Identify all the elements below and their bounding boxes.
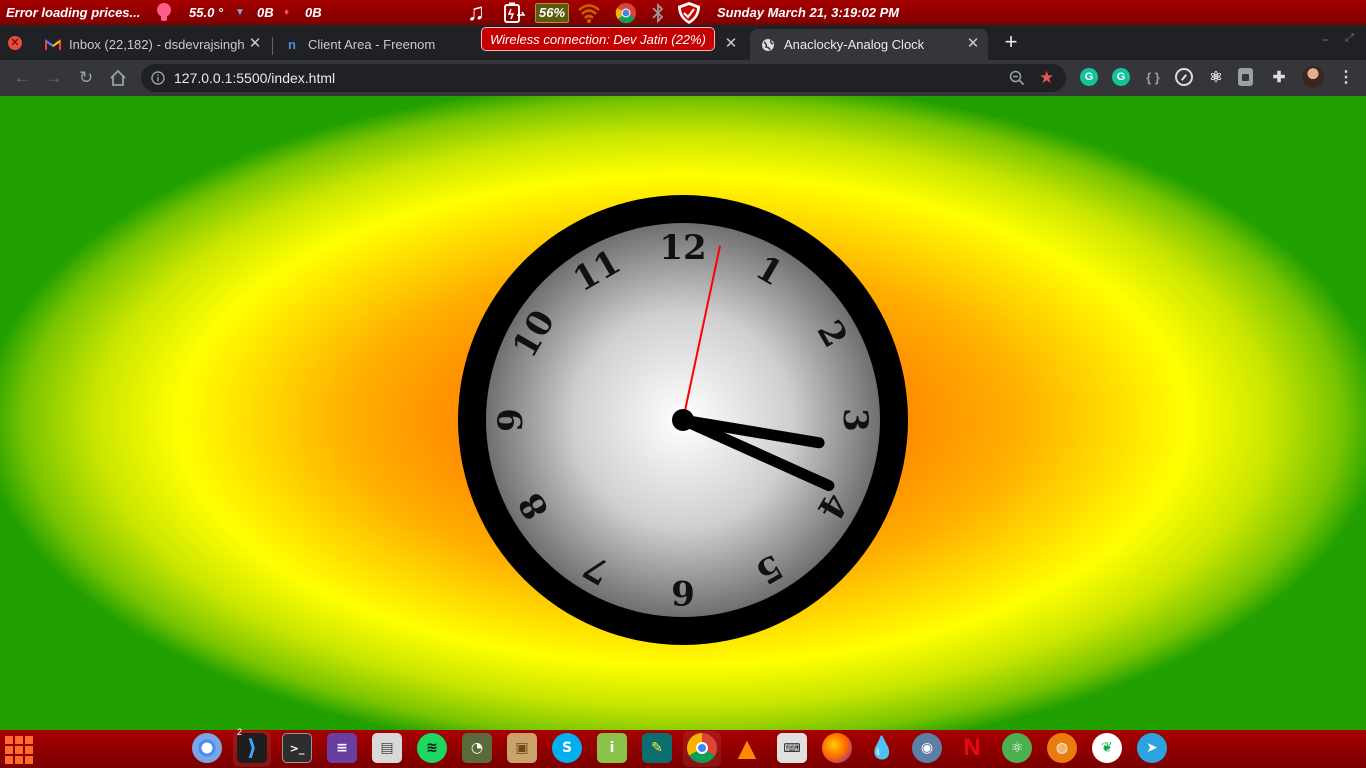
- privacy-badger-icon[interactable]: [1238, 68, 1253, 86]
- arrow-right-icon: →: [45, 68, 63, 87]
- wifi-icon[interactable]: [577, 0, 601, 25]
- home-button[interactable]: [106, 66, 130, 90]
- grammarly-go-icon[interactable]: G: [1112, 68, 1130, 86]
- clock-numeral-9: 9: [491, 408, 531, 432]
- new-tab-button[interactable]: +: [1000, 31, 1022, 53]
- temperature-text: 55.0 °: [189, 5, 224, 20]
- temperature-readout: 55.0 °: [189, 0, 223, 25]
- vscode-icon[interactable]: ⟩: [237, 733, 267, 763]
- atom-icon[interactable]: ⚛: [1002, 733, 1032, 763]
- minimize-button[interactable]: −: [1322, 33, 1329, 47]
- chrome-tray-icon[interactable]: [615, 0, 637, 25]
- tooltip-text: Wireless connection: Dev Jatin (22%): [490, 31, 706, 47]
- system-top-panel: Error loading prices... 55.0 ° ▼ 0B ♦ 0B…: [0, 0, 1366, 26]
- netflix-icon[interactable]: N: [957, 733, 987, 763]
- info-icon[interactable]: [151, 71, 165, 85]
- clock-center-pin: [672, 409, 694, 431]
- download-arrow-icon: ▼: [235, 7, 245, 18]
- archive-manager-icon[interactable]: ▣: [507, 733, 537, 763]
- stack-icon[interactable]: ≡: [327, 733, 357, 763]
- wifi-connection-tooltip: Wireless connection: Dev Jatin (22%): [481, 27, 715, 51]
- mongodb-compass-icon[interactable]: ❦: [1092, 733, 1122, 763]
- back-button[interactable]: ←: [10, 66, 34, 90]
- tab-title: Inbox (22,182) - dsdevrajsingh5: [69, 37, 244, 52]
- battery-indicator[interactable]: 56%: [535, 0, 570, 25]
- forward-button[interactable]: →: [42, 66, 66, 90]
- extensions-puzzle-icon[interactable]: ✚: [1270, 68, 1288, 86]
- info-icon[interactable]: i: [597, 733, 627, 763]
- tab-close-icon[interactable]: ✕: [966, 36, 980, 51]
- react-devtools-icon[interactable]: ⚛: [1207, 68, 1225, 86]
- disk-usage-icon[interactable]: ◔: [462, 733, 492, 763]
- terminal-icon[interactable]: >_: [282, 733, 312, 763]
- battery-charging-icon[interactable]: [502, 0, 526, 25]
- tab-anaclocky[interactable]: Anaclocky-Analog Clock ✕: [750, 29, 988, 60]
- lightbulb-icon[interactable]: [157, 0, 171, 25]
- drop-icon[interactable]: 💧: [867, 733, 897, 763]
- maximize-button[interactable]: ⤢: [1345, 32, 1354, 45]
- skype-icon[interactable]: S: [552, 733, 582, 763]
- browser-toolbar: ← → ↻ 127.0.0.1:5500/index.html ★ G G { …: [0, 60, 1366, 96]
- bluetooth-icon[interactable]: [650, 0, 666, 25]
- window-close-icon[interactable]: ✕: [8, 36, 22, 50]
- file-cabinet-icon[interactable]: ▤: [372, 733, 402, 763]
- page-viewport: 12 1 2 3 4 5 6 7 8 9 10 11: [0, 96, 1366, 730]
- robo3t-icon[interactable]: ◉: [912, 733, 942, 763]
- taskbar-dock: ⟩ 2 >_ ≡ ▤ ≋ ◔ ▣ S i ✎ ▲ ⌨ 💧 ◉ N ⚛ ◍ ❦ ➤: [0, 727, 1366, 768]
- blender-icon[interactable]: ◍: [1047, 733, 1077, 763]
- reload-button[interactable]: ↻: [74, 66, 98, 90]
- chromium-icon[interactable]: [192, 733, 222, 763]
- clock-datetime[interactable]: Sunday March 21, 3:19:02 PM: [717, 0, 899, 25]
- telegram-icon[interactable]: ➤: [1137, 733, 1167, 763]
- sticky-notes-icon[interactable]: ✎: [642, 733, 672, 763]
- price-error-text: Error loading prices...: [6, 5, 141, 20]
- battery-percent: 56%: [535, 2, 570, 23]
- json-viewer-icon[interactable]: { }: [1143, 68, 1163, 86]
- tab-title: Anaclocky-Analog Clock: [784, 37, 925, 52]
- tab-freenom[interactable]: n Client Area - Freenom: [274, 29, 479, 60]
- grammarly-icon[interactable]: G: [1080, 68, 1098, 86]
- keyboard-icon[interactable]: ⌨: [777, 733, 807, 763]
- upload-arrow-icon: ♦: [284, 7, 290, 18]
- tab-close-icon[interactable]: ✕: [724, 36, 738, 51]
- app-grid-icon[interactable]: [5, 736, 33, 764]
- vscode-window-count: 2: [237, 727, 243, 737]
- clock-numeral-3: 3: [835, 408, 875, 432]
- firefox-icon[interactable]: [822, 733, 852, 763]
- arrow-left-icon: ←: [13, 68, 31, 87]
- clock-numeral-6: 6: [671, 572, 695, 612]
- tab-gmail[interactable]: Inbox (22,182) - dsdevrajsingh5 ✕: [35, 29, 270, 60]
- reload-icon: ↻: [78, 68, 94, 87]
- gmail-icon: [45, 37, 61, 53]
- tab-hidden-under-tooltip[interactable]: ✕: [716, 29, 746, 60]
- bookmark-star-icon[interactable]: ★: [1039, 68, 1054, 88]
- price-ticker[interactable]: Error loading prices...: [6, 0, 140, 25]
- speed-icon[interactable]: [1175, 68, 1193, 86]
- clock-numeral-12: 12: [659, 228, 706, 268]
- tab-close-icon[interactable]: ✕: [248, 36, 262, 51]
- datetime-text: Sunday March 21, 3:19:02 PM: [717, 5, 900, 20]
- freenom-icon: n: [288, 37, 296, 52]
- analog-clock: 12 1234567891011: [458, 195, 908, 645]
- shield-icon[interactable]: [676, 0, 702, 25]
- net-down-text: 0B: [257, 5, 274, 20]
- net-up-readout: 0B: [305, 0, 322, 25]
- tab-divider: [272, 37, 273, 55]
- spotify-icon[interactable]: ≋: [417, 733, 447, 763]
- chrome-icon[interactable]: [687, 733, 717, 763]
- music-note-icon[interactable]: ♫: [465, 0, 487, 26]
- vlc-icon[interactable]: ▲: [732, 733, 762, 763]
- globe-icon: [760, 37, 776, 53]
- zoom-out-icon[interactable]: [1009, 70, 1025, 86]
- net-down-readout: 0B: [257, 0, 274, 25]
- menu-kebab-icon[interactable]: ⋮: [1337, 68, 1355, 86]
- tab-title: Client Area - Freenom: [308, 37, 436, 52]
- home-icon: [110, 69, 126, 86]
- address-bar[interactable]: 127.0.0.1:5500/index.html ★: [141, 64, 1066, 92]
- profile-avatar[interactable]: [1302, 66, 1324, 88]
- url-text: 127.0.0.1:5500/index.html: [174, 70, 336, 86]
- net-up-text: 0B: [305, 5, 322, 20]
